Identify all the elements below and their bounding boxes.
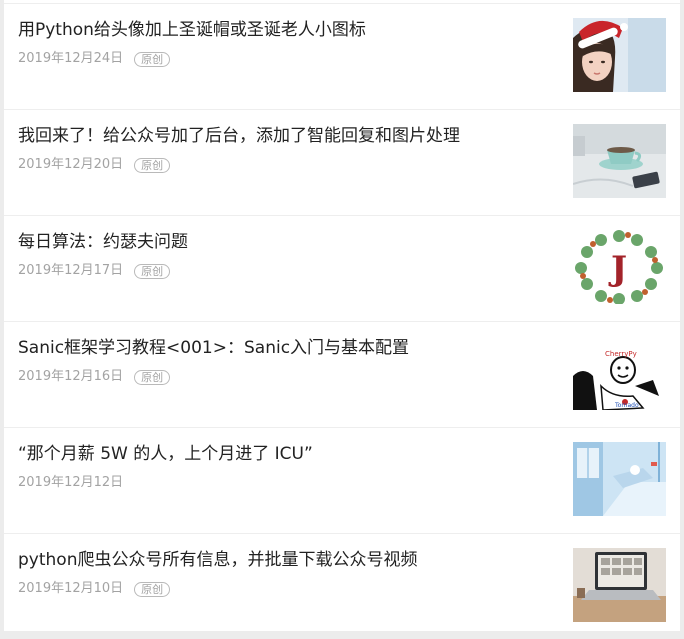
article-list: 用Python给头像加上圣诞帽或圣诞老人小图标 2019年12月24日 原创 我… <box>4 0 680 631</box>
original-badge: 原创 <box>134 157 171 173</box>
article-item[interactable]: 我回来了！给公众号加了后台，添加了智能回复和图片处理 2019年12月20日 原… <box>4 109 680 215</box>
article-thumbnail[interactable]: J <box>573 230 666 304</box>
article-title[interactable]: “那个月薪 5W 的人，上个月进了 ICU” <box>18 442 558 466</box>
cherrypy-label: CherryPy <box>605 350 637 358</box>
article-title[interactable]: 我回来了！给公众号加了后台，添加了智能回复和图片处理 <box>18 124 558 148</box>
article-thumbnail[interactable] <box>573 442 666 516</box>
tornado-label: Tornado <box>614 402 639 409</box>
article-title[interactable]: 用Python给头像加上圣诞帽或圣诞老人小图标 <box>18 18 558 42</box>
python-frameworks-meme-image: CherryPy Tornado <box>573 336 666 410</box>
hospital-illustration-image <box>573 442 666 516</box>
article-meta: 2019年12月10日 原创 <box>18 580 171 598</box>
article-item[interactable]: 每日算法：约瑟夫问题 2019年12月17日 原创 J <box>4 215 680 321</box>
article-date: 2019年12月10日 <box>18 581 124 596</box>
santa-hat-portrait-image <box>573 18 666 92</box>
article-thumbnail[interactable] <box>573 18 666 92</box>
article-title[interactable]: 每日算法：约瑟夫问题 <box>18 230 558 254</box>
article-meta: 2019年12月17日 原创 <box>18 262 171 280</box>
article-item[interactable]: 用Python给头像加上圣诞帽或圣诞老人小图标 2019年12月24日 原创 <box>4 3 680 109</box>
article-date: 2019年12月17日 <box>18 263 124 278</box>
article-meta: 2019年12月12日 <box>18 474 123 492</box>
article-thumbnail[interactable] <box>573 548 666 622</box>
original-badge: 原创 <box>134 263 171 279</box>
article-meta: 2019年12月20日 原创 <box>18 156 171 174</box>
article-date: 2019年12月24日 <box>18 51 124 66</box>
original-badge: 原创 <box>134 581 171 597</box>
laptop-desk-image <box>573 548 666 622</box>
article-item[interactable]: python爬虫公众号所有信息，并批量下载公众号视频 2019年12月10日 原… <box>4 533 680 639</box>
article-thumbnail[interactable]: CherryPy Tornado <box>573 336 666 410</box>
article-date: 2019年12月12日 <box>18 475 124 490</box>
article-meta: 2019年12月24日 原创 <box>18 50 171 68</box>
original-badge: 原创 <box>134 51 171 67</box>
original-badge: 原创 <box>134 369 171 385</box>
article-item[interactable]: Sanic框架学习教程<001>：Sanic入门与基本配置 2019年12月16… <box>4 321 680 427</box>
josephus-circle-image: J <box>573 230 666 304</box>
article-date: 2019年12月16日 <box>18 369 124 384</box>
article-item[interactable]: “那个月薪 5W 的人，上个月进了 ICU” 2019年12月12日 <box>4 427 680 533</box>
article-meta: 2019年12月16日 原创 <box>18 368 171 386</box>
article-title[interactable]: python爬虫公众号所有信息，并批量下载公众号视频 <box>18 548 558 572</box>
letter-j: J <box>608 249 627 289</box>
article-date: 2019年12月20日 <box>18 157 124 172</box>
article-thumbnail[interactable] <box>573 124 666 198</box>
coffee-cup-desk-image <box>573 124 666 198</box>
article-title[interactable]: Sanic框架学习教程<001>：Sanic入门与基本配置 <box>18 336 558 360</box>
